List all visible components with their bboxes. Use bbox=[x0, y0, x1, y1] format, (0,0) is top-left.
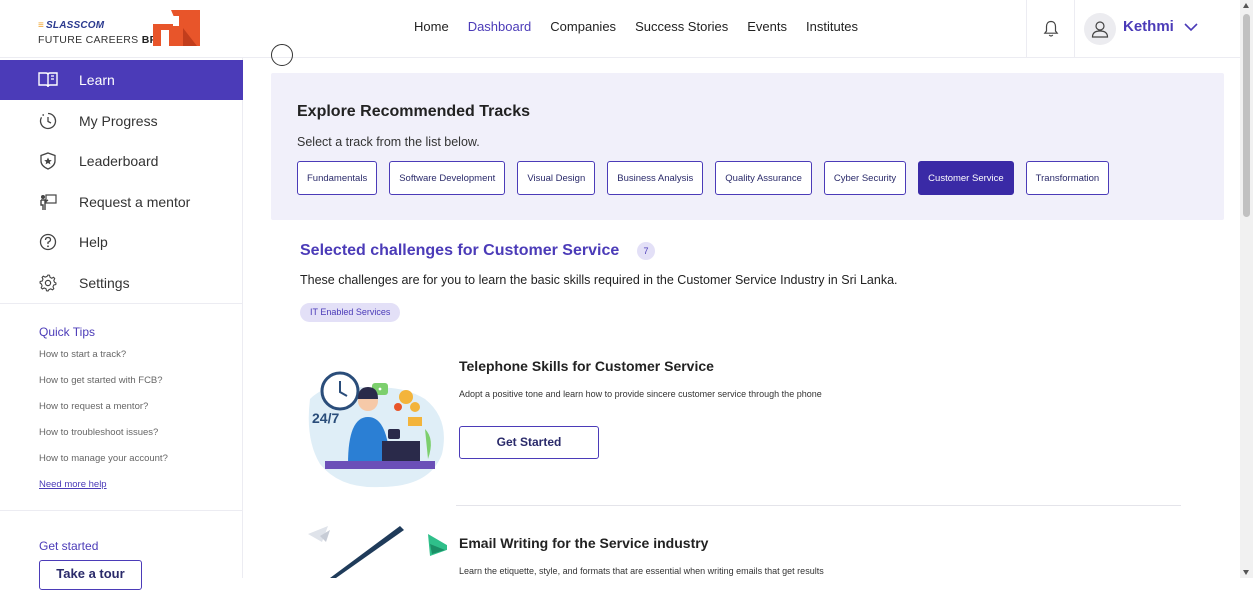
bridge-mark-icon bbox=[153, 10, 200, 46]
avatar[interactable] bbox=[1084, 13, 1116, 45]
user-icon bbox=[1091, 21, 1109, 38]
sidebar: Learn My Progress Leaderboard Request a … bbox=[0, 58, 243, 590]
tip-link[interactable]: How to troubleshoot issues? bbox=[39, 427, 158, 438]
challenges-description: These challenges are for you to learn th… bbox=[300, 273, 898, 287]
nav-events[interactable]: Events bbox=[747, 19, 787, 34]
mentor-icon bbox=[38, 192, 58, 212]
explore-tracks-panel: Explore Recommended Tracks Select a trac… bbox=[271, 73, 1224, 220]
challenges-count-badge: 7 bbox=[637, 242, 655, 260]
bell-icon[interactable] bbox=[1043, 20, 1059, 38]
get-started-button[interactable]: Get Started bbox=[459, 426, 599, 459]
brand-future-careers: FUTURE CAREERS bbox=[38, 34, 142, 46]
track-fundamentals[interactable]: Fundamentals bbox=[297, 161, 378, 195]
challenge-description: Adopt a positive tone and learn how to p… bbox=[459, 389, 822, 399]
telephone-support-illustration: 24/7 bbox=[308, 371, 444, 488]
sidebar-item-settings[interactable]: Settings bbox=[0, 263, 243, 303]
scrollbar-thumb[interactable] bbox=[1243, 14, 1250, 217]
sidebar-divider bbox=[0, 510, 243, 511]
track-business-analysis[interactable]: Business Analysis bbox=[607, 161, 704, 195]
page-scrollbar[interactable] bbox=[1240, 0, 1253, 578]
category-tag[interactable]: IT Enabled Services bbox=[300, 303, 401, 322]
sidebar-item-request-mentor[interactable]: Request a mentor bbox=[0, 182, 243, 222]
header-divider bbox=[1026, 0, 1027, 58]
sidebar-item-label: Help bbox=[79, 234, 108, 250]
tip-link[interactable]: How to get started with FCB? bbox=[39, 375, 163, 386]
nav-companies[interactable]: Companies bbox=[550, 19, 616, 34]
email-writing-illustration bbox=[308, 526, 447, 578]
gear-icon bbox=[38, 273, 58, 293]
scroll-down-arrow-icon[interactable] bbox=[1243, 570, 1249, 575]
challenges-title: Selected challenges for Customer Service bbox=[300, 242, 620, 259]
track-software-development[interactable]: Software Development bbox=[389, 161, 506, 195]
illustration-24-7-text: 24/7 bbox=[312, 410, 339, 426]
sidebar-item-label: Settings bbox=[79, 275, 130, 291]
chevron-down-icon[interactable] bbox=[1184, 22, 1198, 32]
nav-institutes[interactable]: Institutes bbox=[806, 19, 858, 34]
fcb-logo[interactable]: ≡SLASSCOM FUTURE CAREERS BRIDGE bbox=[38, 10, 202, 48]
top-header: ≡SLASSCOM FUTURE CAREERS BRIDGE Home Das… bbox=[0, 0, 1240, 58]
track-transformation[interactable]: Transformation bbox=[1025, 161, 1110, 195]
need-more-help-link[interactable]: Need more help bbox=[39, 479, 107, 490]
track-visual-design[interactable]: Visual Design bbox=[517, 161, 596, 195]
main-nav: Home Dashboard Companies Success Stories… bbox=[414, 19, 877, 34]
sidebar-item-label: Leaderboard bbox=[79, 153, 159, 169]
brand-slasscom: SLASSCOM bbox=[46, 20, 105, 31]
header-divider bbox=[1074, 0, 1075, 58]
get-started-title: Get started bbox=[39, 539, 99, 553]
sidebar-item-learn[interactable]: Learn bbox=[0, 60, 243, 100]
tip-link[interactable]: How to manage your account? bbox=[39, 453, 168, 464]
sidebar-item-leaderboard[interactable]: Leaderboard bbox=[0, 141, 243, 181]
sidebar-divider bbox=[0, 303, 243, 304]
explore-title: Explore Recommended Tracks bbox=[297, 103, 530, 120]
quick-tips-title: Quick Tips bbox=[39, 325, 96, 339]
tip-link[interactable]: How to start a track? bbox=[39, 349, 126, 360]
progress-icon bbox=[38, 111, 58, 131]
book-icon bbox=[38, 70, 58, 90]
sidebar-item-my-progress[interactable]: My Progress bbox=[0, 101, 243, 141]
explore-subtitle: Select a track from the list below. bbox=[297, 135, 480, 149]
nav-success-stories[interactable]: Success Stories bbox=[635, 19, 728, 34]
track-cyber-security[interactable]: Cyber Security bbox=[823, 161, 907, 195]
header-user-area: Kethmi bbox=[1026, 0, 1240, 58]
help-icon bbox=[38, 232, 58, 252]
challenge-description: Learn the etiquette, style, and formats … bbox=[459, 566, 824, 576]
slasscom-bars-icon: ≡ bbox=[38, 20, 45, 31]
partial-circle-icon bbox=[271, 44, 293, 66]
sidebar-item-label: My Progress bbox=[79, 113, 158, 129]
tip-link[interactable]: How to request a mentor? bbox=[39, 401, 148, 412]
shield-star-icon bbox=[38, 151, 58, 171]
track-customer-service[interactable]: Customer Service bbox=[918, 161, 1014, 195]
sidebar-item-label: Request a mentor bbox=[79, 194, 191, 210]
card-divider bbox=[456, 505, 1181, 506]
take-tour-button[interactable]: Take a tour bbox=[39, 560, 142, 590]
username[interactable]: Kethmi bbox=[1123, 18, 1174, 35]
nav-dashboard[interactable]: Dashboard bbox=[468, 19, 532, 34]
sidebar-item-label: Learn bbox=[79, 72, 115, 88]
challenge-title[interactable]: Email Writing for the Service industry bbox=[459, 535, 708, 551]
nav-home[interactable]: Home bbox=[414, 19, 449, 34]
challenge-title[interactable]: Telephone Skills for Customer Service bbox=[459, 358, 714, 374]
track-quality-assurance[interactable]: Quality Assurance bbox=[715, 161, 812, 195]
sidebar-item-help[interactable]: Help bbox=[0, 222, 243, 262]
track-list: Fundamentals Software Development Visual… bbox=[297, 161, 1110, 195]
scroll-up-arrow-icon[interactable] bbox=[1243, 3, 1249, 8]
